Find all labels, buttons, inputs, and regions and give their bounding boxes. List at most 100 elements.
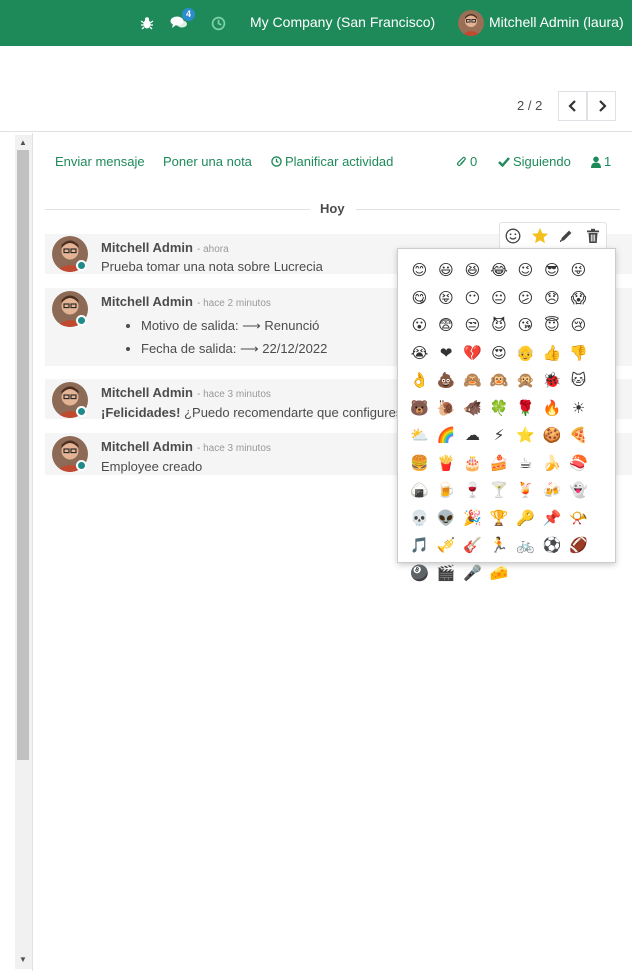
emoji-option[interactable]: 🍣 — [566, 450, 591, 478]
scrollbar-thumb[interactable] — [17, 150, 29, 760]
emoji-option[interactable]: 🍙 — [407, 477, 432, 505]
emoji-option[interactable]: 🎱 — [407, 560, 432, 588]
emoji-option[interactable]: 😘 — [513, 312, 538, 340]
emoji-option[interactable]: 😞 — [540, 285, 565, 313]
message-author[interactable]: Mitchell Admin - hace 2 minutos — [101, 294, 271, 309]
emoji-option[interactable]: 🍻 — [540, 477, 565, 505]
emoji-option[interactable]: 🏃 — [487, 532, 512, 560]
emoji-option[interactable]: 😇 — [540, 312, 565, 340]
emoji-option[interactable]: 🎉 — [460, 505, 485, 533]
messages-icon[interactable]: 4 — [170, 8, 196, 34]
emoji-option[interactable]: 😆 — [460, 257, 485, 285]
emoji-option[interactable]: 🎤 — [460, 560, 485, 588]
emoji-option[interactable]: 🐱 — [566, 367, 591, 395]
emoji-option[interactable]: 🙉 — [487, 367, 512, 395]
emoji-option[interactable]: 😶 — [460, 285, 485, 313]
emoji-option[interactable]: 💔 — [460, 340, 485, 368]
user-menu[interactable]: Mitchell Admin (laura) — [489, 14, 624, 30]
emoji-option[interactable]: 💩 — [434, 367, 459, 395]
emoji-option[interactable]: 😕 — [513, 285, 538, 313]
scroll-down-arrow[interactable]: ▼ — [17, 955, 29, 965]
emoji-option[interactable]: 📯 — [566, 505, 591, 533]
emoji-option[interactable]: 📌 — [540, 505, 565, 533]
emoji-option[interactable]: 🍰 — [487, 450, 512, 478]
emoji-option[interactable]: 🙊 — [513, 367, 538, 395]
emoji-option[interactable]: 🍟 — [434, 450, 459, 478]
emoji-option[interactable]: 🐌 — [434, 395, 459, 423]
message-author[interactable]: Mitchell Admin - ahora — [101, 240, 229, 255]
emoji-option[interactable]: 🙈 — [460, 367, 485, 395]
star-button[interactable] — [529, 225, 551, 247]
log-note-button[interactable]: Poner una nota — [163, 154, 252, 169]
send-message-button[interactable]: Enviar mensaje — [55, 154, 145, 169]
attachments-button[interactable]: 0 — [456, 154, 477, 169]
pager-next-button[interactable] — [587, 91, 616, 121]
message-author[interactable]: Mitchell Admin - hace 3 minutos — [101, 385, 271, 400]
emoji-option[interactable]: 🍺 — [434, 477, 459, 505]
emoji-option[interactable]: ⭐ — [513, 422, 538, 450]
emoji-option[interactable]: 🍔 — [407, 450, 432, 478]
emoji-option[interactable]: 🐞 — [540, 367, 565, 395]
emoji-option[interactable]: 🚲 — [513, 532, 538, 560]
emoji-option[interactable]: 🎂 — [460, 450, 485, 478]
emoji-option[interactable]: ☕ — [513, 450, 538, 478]
message-author[interactable]: Mitchell Admin - hace 3 minutos — [101, 439, 271, 454]
emoji-option[interactable]: 🌈 — [434, 422, 459, 450]
author-name[interactable]: Mitchell Admin — [101, 240, 193, 255]
emoji-option[interactable]: 🍕 — [566, 422, 591, 450]
emoji-option[interactable]: 😂 — [487, 257, 512, 285]
emoji-option[interactable]: 🍸 — [487, 477, 512, 505]
scroll-up-arrow[interactable]: ▲ — [17, 138, 29, 148]
emoji-option[interactable]: 😒 — [460, 312, 485, 340]
pager-value[interactable]: 2 / 2 — [517, 98, 542, 113]
emoji-option[interactable]: 🏆 — [487, 505, 512, 533]
activity-clock-icon[interactable] — [211, 12, 226, 34]
add-reaction-button[interactable] — [502, 225, 524, 247]
emoji-option[interactable]: 😃 — [434, 257, 459, 285]
schedule-activity-button[interactable]: Planificar actividad — [271, 154, 393, 169]
emoji-option[interactable]: 😱 — [566, 285, 591, 313]
emoji-option[interactable]: 👴 — [513, 340, 538, 368]
emoji-option[interactable]: 👍 — [540, 340, 565, 368]
company-switcher[interactable]: My Company (San Francisco) — [250, 14, 435, 30]
emoji-option[interactable]: 🍷 — [460, 477, 485, 505]
emoji-option[interactable]: 🌹 — [513, 395, 538, 423]
emoji-option[interactable]: 🍌 — [540, 450, 565, 478]
emoji-option[interactable]: 🎺 — [434, 532, 459, 560]
emoji-option[interactable]: 🍀 — [487, 395, 512, 423]
emoji-option[interactable]: 😍 — [487, 340, 512, 368]
emoji-option[interactable]: 👎 — [566, 340, 591, 368]
followers-button[interactable]: 1 — [591, 154, 611, 169]
emoji-option[interactable]: 👌 — [407, 367, 432, 395]
emoji-option[interactable]: ❤ — [434, 340, 459, 368]
author-name[interactable]: Mitchell Admin — [101, 294, 193, 309]
emoji-option[interactable]: 😋 — [407, 285, 432, 313]
user-avatar[interactable] — [458, 10, 484, 36]
emoji-option[interactable]: 🎬 — [434, 560, 459, 588]
edit-button[interactable] — [555, 225, 577, 247]
following-button[interactable]: Siguiendo — [498, 154, 571, 169]
delete-button[interactable] — [582, 225, 604, 247]
emoji-option[interactable]: 🎵 — [407, 532, 432, 560]
emoji-option[interactable]: ⛅ — [407, 422, 432, 450]
emoji-option[interactable]: 😜 — [566, 257, 591, 285]
emoji-option[interactable]: 🐗 — [460, 395, 485, 423]
emoji-option[interactable]: ⚽ — [540, 532, 565, 560]
emoji-option[interactable]: 🔑 — [513, 505, 538, 533]
emoji-option[interactable]: ⚡ — [487, 422, 512, 450]
emoji-option[interactable]: 🐻 — [407, 395, 432, 423]
emoji-option[interactable]: 😢 — [566, 312, 591, 340]
emoji-option[interactable]: ☁ — [460, 422, 485, 450]
emoji-option[interactable]: ☀ — [566, 395, 591, 423]
emoji-option[interactable]: 👽 — [434, 505, 459, 533]
emoji-option[interactable]: 🍪 — [540, 422, 565, 450]
emoji-option[interactable]: 😐 — [487, 285, 512, 313]
emoji-option[interactable]: 💀 — [407, 505, 432, 533]
emoji-option[interactable]: 😭 — [407, 340, 432, 368]
emoji-option[interactable]: 🧀 — [487, 560, 512, 588]
pager-previous-button[interactable] — [558, 91, 587, 121]
bug-icon[interactable] — [140, 12, 154, 34]
emoji-option[interactable]: 👻 — [566, 477, 591, 505]
emoji-option[interactable]: 😮 — [407, 312, 432, 340]
emoji-option[interactable]: 🏈 — [566, 532, 591, 560]
